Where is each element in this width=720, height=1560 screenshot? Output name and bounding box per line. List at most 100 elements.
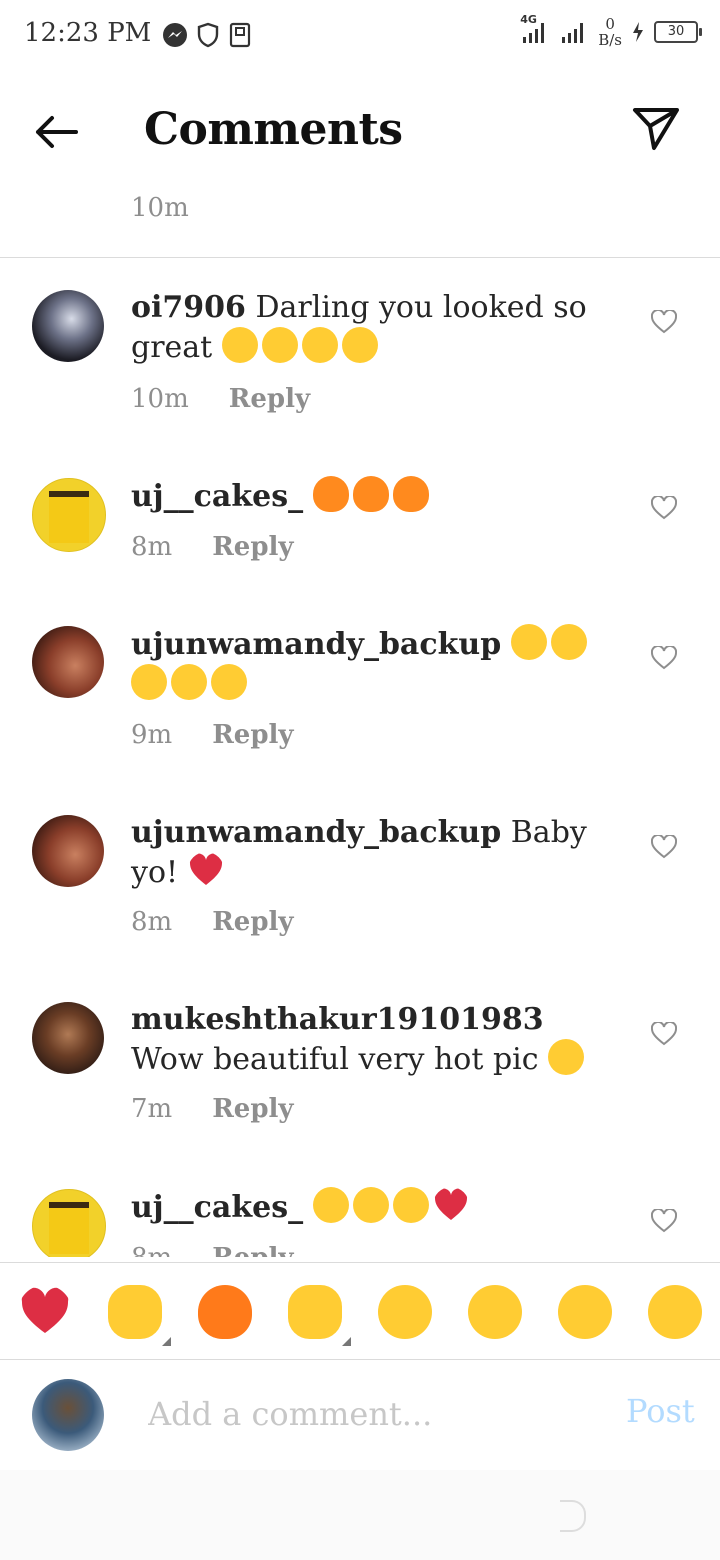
avatar[interactable] bbox=[32, 1002, 104, 1074]
red-heart-emoji-icon bbox=[434, 1188, 467, 1220]
fire-reaction-icon[interactable] bbox=[198, 1285, 252, 1339]
avatar[interactable] bbox=[32, 1189, 106, 1257]
surprised-reaction-icon[interactable] bbox=[558, 1285, 612, 1339]
comment-meta: 8m Reply bbox=[131, 1243, 294, 1257]
like-heart-icon[interactable] bbox=[651, 835, 677, 859]
comment-meta: 8m Reply bbox=[131, 532, 294, 562]
like-heart-icon[interactable] bbox=[651, 1209, 677, 1233]
like-heart-icon[interactable] bbox=[651, 646, 677, 670]
skin-tone-indicator bbox=[342, 1337, 351, 1346]
heart-eyes-emoji-icon bbox=[392, 1187, 429, 1223]
sad-tear-reaction-icon[interactable] bbox=[378, 1285, 432, 1339]
tears-of-joy-reaction-icon[interactable] bbox=[648, 1285, 702, 1339]
page-title: Comments bbox=[144, 104, 403, 155]
comment-item: uj__cakes_ 8m Reply bbox=[0, 1187, 720, 1257]
nav-gesture-icon[interactable] bbox=[560, 1500, 586, 1532]
kiss-emoji-icon bbox=[341, 327, 378, 363]
speed-value: 0 bbox=[605, 15, 615, 33]
heart-eyes-emoji-icon bbox=[352, 1187, 389, 1223]
comment-username[interactable]: oi7906 bbox=[131, 290, 246, 325]
comment-time: 8m bbox=[131, 532, 173, 562]
heart-eyes-emoji-icon bbox=[550, 624, 587, 660]
kiss-emoji-icon bbox=[221, 327, 258, 363]
raising-hands-reaction-icon[interactable] bbox=[108, 1285, 162, 1339]
speed-unit: B/s bbox=[598, 31, 622, 49]
comment-text: uj__cakes_ bbox=[131, 1187, 621, 1227]
heart-eyes-emoji-icon bbox=[548, 1039, 585, 1075]
status-time: 12:23 PM bbox=[24, 18, 152, 48]
quick-reactions-bar bbox=[0, 1262, 720, 1360]
heart-eyes-emoji-icon bbox=[171, 664, 207, 700]
reply-button[interactable]: Reply bbox=[212, 720, 293, 750]
signal-icon bbox=[562, 23, 584, 43]
red-heart-emoji-icon bbox=[189, 853, 222, 885]
network-speed: 0 B/s bbox=[598, 16, 622, 48]
fire-emoji-icon bbox=[392, 476, 429, 512]
like-heart-icon[interactable] bbox=[651, 496, 677, 520]
comment-body: Wow beautiful very hot pic bbox=[131, 1042, 539, 1077]
status-bar: 12:23 PM 4G 0 B/s 30 bbox=[0, 0, 720, 72]
clapping-hands-reaction-icon[interactable] bbox=[288, 1285, 342, 1339]
like-heart-icon[interactable] bbox=[651, 1022, 677, 1046]
post-button[interactable]: Post bbox=[626, 1392, 695, 1430]
battery-icon: 30 bbox=[654, 21, 702, 43]
comment-text: uj__cakes_ bbox=[131, 476, 621, 516]
skin-tone-indicator bbox=[162, 1337, 171, 1346]
comment-username[interactable]: ujunwamandy_backup bbox=[131, 627, 501, 662]
avatar[interactable] bbox=[32, 626, 104, 698]
direct-share-icon[interactable] bbox=[630, 102, 682, 154]
comment-text: ujunwamandy_backup Baby yo! bbox=[131, 813, 621, 892]
comment-username[interactable]: mukeshthakur19101983 bbox=[131, 1002, 544, 1037]
avatar[interactable] bbox=[32, 815, 104, 887]
comment-input[interactable] bbox=[146, 1388, 590, 1440]
reply-button[interactable]: Reply bbox=[212, 1243, 293, 1257]
like-heart-icon[interactable] bbox=[651, 310, 677, 334]
comments-header: Comments bbox=[0, 80, 720, 180]
signal-4g-icon: 4G bbox=[520, 13, 550, 47]
system-navigation-bar bbox=[0, 1470, 720, 1560]
heart-eyes-emoji-icon bbox=[131, 664, 167, 700]
heart-eyes-reaction-icon[interactable] bbox=[468, 1285, 522, 1339]
fire-emoji-icon bbox=[352, 476, 389, 512]
comment-composer: Post bbox=[0, 1360, 720, 1470]
shield-icon bbox=[197, 22, 219, 48]
reply-button[interactable]: Reply bbox=[212, 907, 293, 937]
messenger-icon bbox=[163, 23, 187, 47]
red-heart-reaction-icon[interactable] bbox=[18, 1285, 72, 1339]
back-arrow-icon[interactable] bbox=[30, 106, 82, 158]
status-system-icons: 4G 0 B/s 30 bbox=[520, 13, 702, 48]
kiss-emoji-icon bbox=[301, 327, 338, 363]
kiss-emoji-icon bbox=[261, 327, 298, 363]
comment-text: ujunwamandy_backup bbox=[131, 624, 621, 704]
charging-icon bbox=[633, 22, 643, 42]
comment-username[interactable]: uj__cakes_ bbox=[131, 1190, 303, 1225]
comment-time: 8m bbox=[131, 907, 173, 937]
comment-meta: 9m Reply bbox=[131, 720, 294, 750]
comment-meta: 8m Reply bbox=[131, 907, 294, 937]
comment-meta: 10m Reply bbox=[131, 384, 310, 414]
battery-level: 30 bbox=[667, 24, 685, 39]
comment-time: 7m bbox=[131, 1094, 173, 1124]
caption-divider bbox=[0, 257, 720, 258]
comment-username[interactable]: uj__cakes_ bbox=[131, 479, 303, 514]
avatar[interactable] bbox=[32, 290, 104, 362]
heart-eyes-emoji-icon bbox=[211, 664, 247, 700]
status-notification-icons bbox=[162, 22, 252, 48]
reply-button[interactable]: Reply bbox=[212, 532, 293, 562]
current-user-avatar bbox=[32, 1379, 104, 1451]
avatar[interactable] bbox=[32, 478, 106, 552]
comment-username[interactable]: ujunwamandy_backup bbox=[131, 815, 501, 850]
comment-text: oi7906 Darling you looked so great bbox=[131, 288, 621, 367]
fire-emoji-icon bbox=[312, 476, 349, 512]
comment-time: 8m bbox=[131, 1243, 172, 1257]
reply-button[interactable]: Reply bbox=[229, 384, 310, 414]
comment-meta: 7m Reply bbox=[131, 1094, 294, 1124]
comment-time: 9m bbox=[131, 720, 173, 750]
heart-eyes-emoji-icon bbox=[312, 1187, 349, 1223]
sim-card-icon bbox=[229, 22, 251, 48]
heart-eyes-emoji-icon bbox=[510, 624, 547, 660]
comment-time: 10m bbox=[131, 384, 189, 414]
caption-timestamp: 10m bbox=[131, 193, 189, 223]
comment-text: mukeshthakur19101983 Wow beautiful very … bbox=[131, 1000, 621, 1079]
reply-button[interactable]: Reply bbox=[212, 1094, 293, 1124]
